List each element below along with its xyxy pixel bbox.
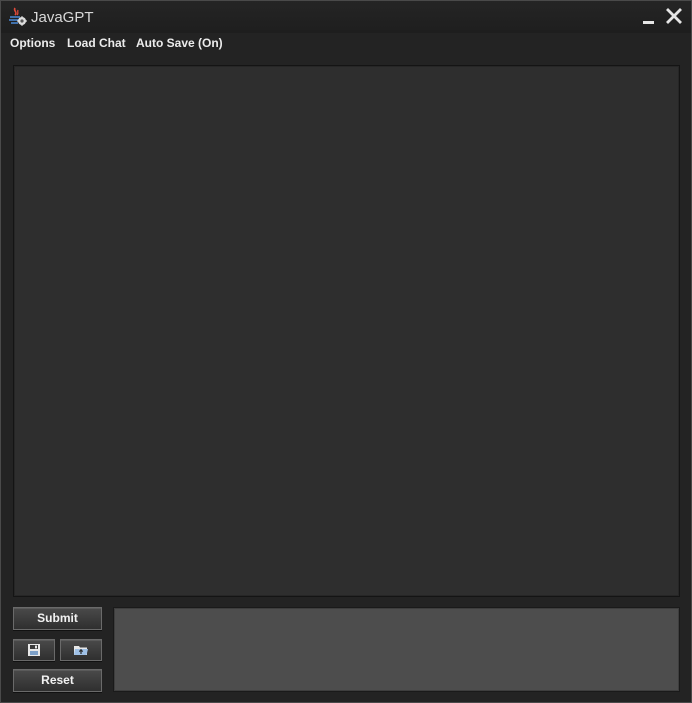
minimize-icon bbox=[643, 21, 654, 24]
menu-load-chat[interactable]: Load Chat bbox=[67, 35, 126, 51]
message-input[interactable] bbox=[113, 607, 680, 692]
menu-bar: Options Load Chat Auto Save (On) bbox=[1, 33, 691, 53]
java-app-icon bbox=[7, 7, 27, 27]
minimize-button[interactable] bbox=[639, 7, 659, 27]
title-bar[interactable]: JavaGPT bbox=[1, 1, 691, 33]
reset-button[interactable]: Reset bbox=[13, 669, 102, 692]
open-folder-button[interactable] bbox=[60, 639, 102, 661]
chat-display-area[interactable] bbox=[13, 65, 680, 597]
window-title: JavaGPT bbox=[31, 9, 94, 26]
menu-options[interactable]: Options bbox=[10, 35, 55, 51]
folder-open-icon bbox=[74, 646, 88, 655]
save-chat-button[interactable] bbox=[13, 639, 55, 661]
app-window: JavaGPT Options Load Chat Auto Save (On)… bbox=[0, 0, 692, 703]
menu-auto-save[interactable]: Auto Save (On) bbox=[136, 35, 223, 51]
submit-button[interactable]: Submit bbox=[13, 607, 102, 630]
close-button[interactable] bbox=[664, 7, 684, 27]
floppy-disk-icon bbox=[28, 644, 40, 656]
close-icon bbox=[666, 8, 682, 24]
